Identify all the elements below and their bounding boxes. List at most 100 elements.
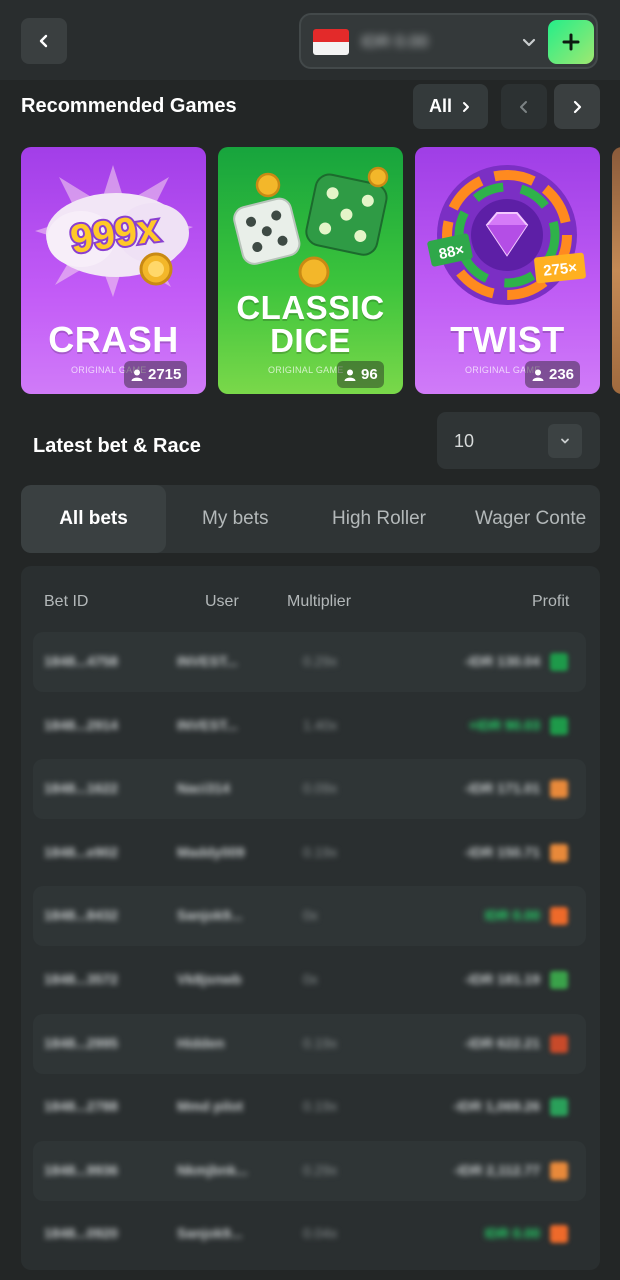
multiplier-cell: 0.09x bbox=[303, 780, 338, 797]
tab-my-bets[interactable]: My bets bbox=[202, 485, 269, 553]
game-card-crash[interactable]: 999x CRASH ORIGINAL GAME 2715 bbox=[21, 147, 206, 394]
carousel-prev-button[interactable] bbox=[501, 84, 547, 129]
user-cell: Hidden bbox=[177, 1034, 225, 1051]
bet-id-cell: 1848...0920 bbox=[44, 1225, 118, 1242]
game-title: CLASSIC DICE bbox=[218, 291, 403, 357]
multiplier-cell: 0x bbox=[303, 971, 318, 987]
chevron-left-icon bbox=[39, 34, 48, 48]
crash-explosion-art: 999x bbox=[35, 165, 193, 297]
balance-selector[interactable]: IDR 0.00 bbox=[299, 13, 598, 69]
user-cell: Nkmjbnk... bbox=[177, 1161, 248, 1178]
table-row[interactable]: 1848...3572 Vk8jsnwb 0x -IDR 181.19 bbox=[33, 950, 586, 1010]
table-row[interactable]: 1848...9936 Nkmjbnk... 0.29x -IDR 2,112.77 bbox=[33, 1140, 586, 1201]
twist-badge-right: 275× bbox=[542, 259, 578, 279]
bet-id-cell: 1848...2995 bbox=[44, 1034, 118, 1051]
profit-cell: IDR 0.00 bbox=[484, 907, 540, 924]
user-cell: Maddy009 bbox=[177, 843, 245, 860]
game-title-line1: CLASSIC bbox=[236, 289, 385, 326]
table-row[interactable]: 1848...e902 Maddy009 0.19x -IDR 150.71 bbox=[33, 823, 586, 883]
latest-bet-title: Latest bet & Race bbox=[33, 435, 201, 457]
multiplier-cell: 1.40x bbox=[303, 716, 338, 733]
multiplier-cell: 0.19x bbox=[303, 1098, 338, 1115]
players-count-badge: 236 bbox=[525, 361, 581, 388]
profit-cell: IDR 0.00 bbox=[484, 1225, 540, 1242]
chevron-right-icon bbox=[573, 100, 582, 113]
chevron-right-icon bbox=[463, 101, 469, 112]
recommended-games-title: Recommended Games bbox=[21, 95, 237, 117]
user-icon bbox=[131, 369, 143, 381]
tab-wager-contest[interactable]: Wager Conte bbox=[475, 485, 586, 553]
game-card-twist[interactable]: 88× 275× TWIST ORIGINAL GAME 236 bbox=[415, 147, 600, 394]
table-row[interactable]: 1848...1622 Naci314 0.09x -IDR 171.01 bbox=[33, 759, 586, 820]
profit-cell: -IDR 1,069.26 bbox=[452, 1098, 540, 1115]
players-count: 2715 bbox=[148, 366, 182, 383]
profit-cell: -IDR 622.21 bbox=[464, 1034, 540, 1051]
column-header-bet-id: Bet ID bbox=[44, 593, 89, 610]
country-flag-icon bbox=[550, 971, 568, 989]
twist-wheel-art: 88× 275× bbox=[427, 165, 586, 305]
country-flag-icon bbox=[550, 780, 568, 799]
view-all-label: All bbox=[428, 96, 452, 116]
players-count: 236 bbox=[549, 366, 575, 383]
country-flag-icon bbox=[550, 1034, 568, 1053]
country-flag-icon bbox=[550, 653, 568, 671]
rows-count-select[interactable]: 10 bbox=[437, 412, 600, 469]
multiplier-cell: 0.29x bbox=[303, 1161, 338, 1178]
profit-cell: -IDR 181.19 bbox=[464, 971, 540, 987]
country-flag-icon bbox=[550, 907, 568, 926]
top-bar: IDR 0.00 bbox=[0, 0, 620, 80]
chevron-down-icon bbox=[561, 438, 569, 444]
game-title: TWIST bbox=[450, 319, 565, 360]
user-cell: Sanjok9... bbox=[177, 1225, 243, 1242]
bet-id-cell: 1848...4758 bbox=[44, 653, 118, 669]
chevron-left-icon bbox=[520, 100, 527, 113]
game-title-line2: DICE bbox=[270, 322, 351, 359]
table-row[interactable]: 1848...0920 Sanjok9... 0.04x IDR 0.00 bbox=[33, 1204, 586, 1264]
multiplier-cell: 0.19x bbox=[303, 1034, 338, 1051]
user-cell: INVEST... bbox=[177, 716, 238, 733]
players-count-badge: 2715 bbox=[124, 361, 188, 388]
column-header-user: User bbox=[205, 593, 239, 610]
bet-id-cell: 1848...1622 bbox=[44, 780, 118, 797]
rows-count-value: 10 bbox=[454, 431, 475, 451]
user-icon bbox=[532, 369, 544, 381]
table-row[interactable]: 1848...2995 Hidden 0.19x -IDR 622.21 bbox=[33, 1013, 586, 1074]
balance-amount: IDR 0.00 bbox=[361, 32, 429, 51]
country-flag-icon bbox=[550, 1098, 568, 1117]
tab-all-bets[interactable]: All bets bbox=[21, 485, 166, 553]
multiplier-cell: 0.29x bbox=[303, 653, 338, 669]
players-count: 96 bbox=[361, 366, 378, 383]
table-row[interactable]: 1848...8432 Sanjok9... 0x IDR 0.00 bbox=[33, 886, 586, 947]
multiplier-cell: 0.19x bbox=[303, 843, 338, 860]
bet-id-cell: 1848...e902 bbox=[44, 843, 118, 860]
profit-cell: +IDR 90.03 bbox=[468, 716, 540, 733]
bet-id-cell: 1848...2788 bbox=[44, 1098, 118, 1115]
user-cell: INVEST... bbox=[177, 653, 238, 669]
tab-high-roller[interactable]: High Roller bbox=[332, 485, 426, 553]
profit-cell: -IDR 150.71 bbox=[464, 843, 540, 860]
profit-cell: -IDR 130.04 bbox=[464, 653, 540, 669]
multiplier-cell: 0x bbox=[303, 907, 318, 924]
view-all-button[interactable]: All bbox=[413, 84, 488, 129]
column-header-profit: Profit bbox=[532, 593, 570, 610]
bet-id-cell: 1848...2914 bbox=[44, 716, 118, 733]
game-title: CRASH bbox=[48, 319, 179, 360]
table-row[interactable]: 1848...2914 INVEST... 1.40x +IDR 90.03 bbox=[33, 696, 586, 756]
back-button[interactable] bbox=[21, 18, 67, 64]
user-icon bbox=[344, 369, 356, 381]
country-flag-icon bbox=[550, 843, 568, 862]
profit-cell: -IDR 171.01 bbox=[464, 780, 540, 797]
indonesia-flag-icon bbox=[313, 29, 349, 55]
carousel-next-button[interactable] bbox=[554, 84, 600, 129]
table-row[interactable]: 1848...2788 Mmd pilot 0.19x -IDR 1,069.26 bbox=[33, 1077, 586, 1137]
rows-dropdown-button[interactable] bbox=[548, 424, 582, 458]
chevron-down-icon[interactable] bbox=[519, 33, 539, 53]
bets-table: Bet ID User Multiplier Profit 1848...475… bbox=[21, 566, 600, 1270]
column-header-multiplier: Multiplier bbox=[287, 593, 352, 610]
table-row[interactable]: 1848...4758 INVEST... 0.29x -IDR 130.04 bbox=[33, 632, 586, 692]
game-card-classic-dice[interactable]: CLASSIC DICE ORIGINAL GAME 96 bbox=[218, 147, 403, 394]
game-card-next-peek[interactable] bbox=[612, 147, 620, 394]
plus-icon bbox=[562, 33, 580, 51]
profit-cell: -IDR 2,112.77 bbox=[453, 1161, 540, 1178]
deposit-button[interactable] bbox=[548, 20, 594, 64]
